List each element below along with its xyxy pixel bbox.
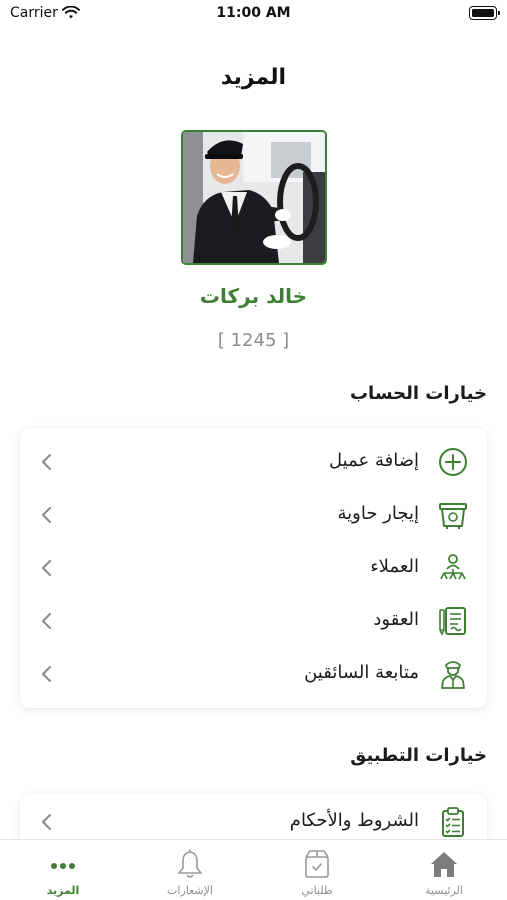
add-circle-icon: [437, 446, 469, 478]
contracts-icon: [437, 605, 469, 637]
status-time: 11:00 AM: [216, 5, 291, 21]
account-options-card: إضافة عميل إيجار حاوية العملاء العقود مت…: [20, 428, 487, 708]
app-options-title: خيارات التطبيق: [350, 745, 487, 766]
clipboard-checklist-icon: [437, 806, 469, 838]
tab-notifications[interactable]: الإشعارات: [127, 840, 253, 900]
battery-icon: [469, 6, 500, 20]
driver-icon: [437, 658, 469, 690]
profile-id: [ 1245 ]: [217, 330, 290, 351]
tab-label: المزيد: [46, 884, 80, 897]
tab-label: طلباتي: [301, 884, 333, 897]
profile-avatar[interactable]: [181, 130, 327, 265]
profile-name: خالد بركات: [199, 284, 308, 308]
chevron-left-icon: [40, 558, 54, 578]
menu-item-label: العقود: [373, 609, 419, 630]
customers-icon: [437, 552, 469, 584]
tab-my-orders[interactable]: طلباتي: [254, 840, 380, 900]
chevron-left-icon: [40, 452, 54, 472]
chevron-left-icon: [40, 611, 54, 631]
tab-label: الإشعارات: [167, 884, 213, 897]
status-bar: Carrier 11:00 AM: [0, 0, 507, 30]
menu-item-label: العملاء: [370, 556, 419, 577]
page-title: المزيد: [220, 65, 287, 90]
container-icon: [437, 499, 469, 531]
menu-item-customers[interactable]: العملاء: [20, 542, 487, 594]
menu-item-label: إضافة عميل: [329, 450, 419, 471]
tab-home[interactable]: الرئيسية: [381, 840, 507, 900]
chevron-left-icon: [40, 812, 54, 832]
home-icon: [428, 848, 460, 880]
menu-item-label: متابعة السائقين: [304, 662, 419, 683]
account-options-title: خيارات الحساب: [349, 383, 487, 404]
tab-label: الرئيسية: [425, 884, 463, 897]
menu-item-contracts[interactable]: العقود: [20, 595, 487, 647]
menu-item-driver-tracking[interactable]: متابعة السائقين: [20, 648, 487, 700]
menu-item-label: الشروط والأحكام: [289, 810, 419, 831]
tab-bar: المزيد الإشعارات طلباتي الرئيسية: [0, 839, 507, 900]
more-screen: Carrier 11:00 AM المزيد خالد بركات [124…: [0, 0, 507, 900]
menu-item-label: إيجار حاوية: [337, 503, 420, 524]
menu-item-rent-container[interactable]: إيجار حاوية: [20, 489, 487, 541]
menu-item-add-customer[interactable]: إضافة عميل: [20, 436, 487, 488]
more-dots-icon: [47, 848, 79, 880]
bell-icon: [174, 848, 206, 880]
chevron-left-icon: [40, 505, 54, 525]
chevron-left-icon: [40, 664, 54, 684]
orders-box-icon: [301, 848, 333, 880]
tab-more[interactable]: المزيد: [0, 840, 126, 900]
